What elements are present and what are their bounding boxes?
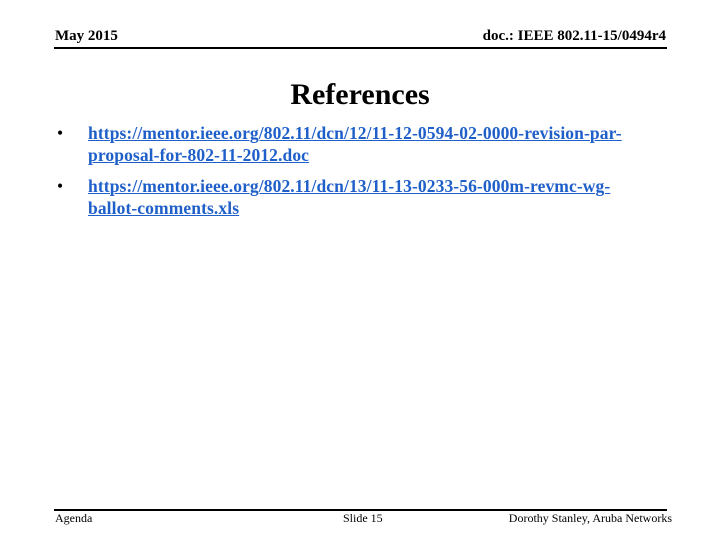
reference-item: • https://mentor.ieee.org/802.11/dcn/12/… [57,122,707,166]
reference-link-1[interactable]: https://mentor.ieee.org/802.11/dcn/12/11… [88,123,622,165]
reference-link-2[interactable]: https://mentor.ieee.org/802.11/dcn/13/11… [88,176,610,218]
header-divider [54,47,667,49]
footer-slide-number: Slide 15 [343,511,383,525]
footer-author: Dorothy Stanley, Aruba Networks [508,511,672,525]
header-date: May 2015 [55,28,118,44]
reference-list: • https://mentor.ieee.org/802.11/dcn/12/… [57,122,707,228]
reference-link-2-line2: ballot-comments.xls [88,198,240,218]
bullet-icon: • [57,123,64,143]
header-doc-id: doc.: IEEE 802.11-15/0494r4 [482,28,666,44]
reference-item: • https://mentor.ieee.org/802.11/dcn/13/… [57,175,707,219]
bullet-icon: • [57,176,64,196]
reference-link-2-line1: https://mentor.ieee.org/802.11/dcn/13/11… [88,176,611,196]
footer-section: Agenda [55,511,93,525]
reference-link-1-line2: proposal-for-802-11-2012.doc [88,145,310,165]
slide-title: References [290,78,430,111]
reference-link-1-line1: https://mentor.ieee.org/802.11/dcn/12/11… [88,123,622,143]
